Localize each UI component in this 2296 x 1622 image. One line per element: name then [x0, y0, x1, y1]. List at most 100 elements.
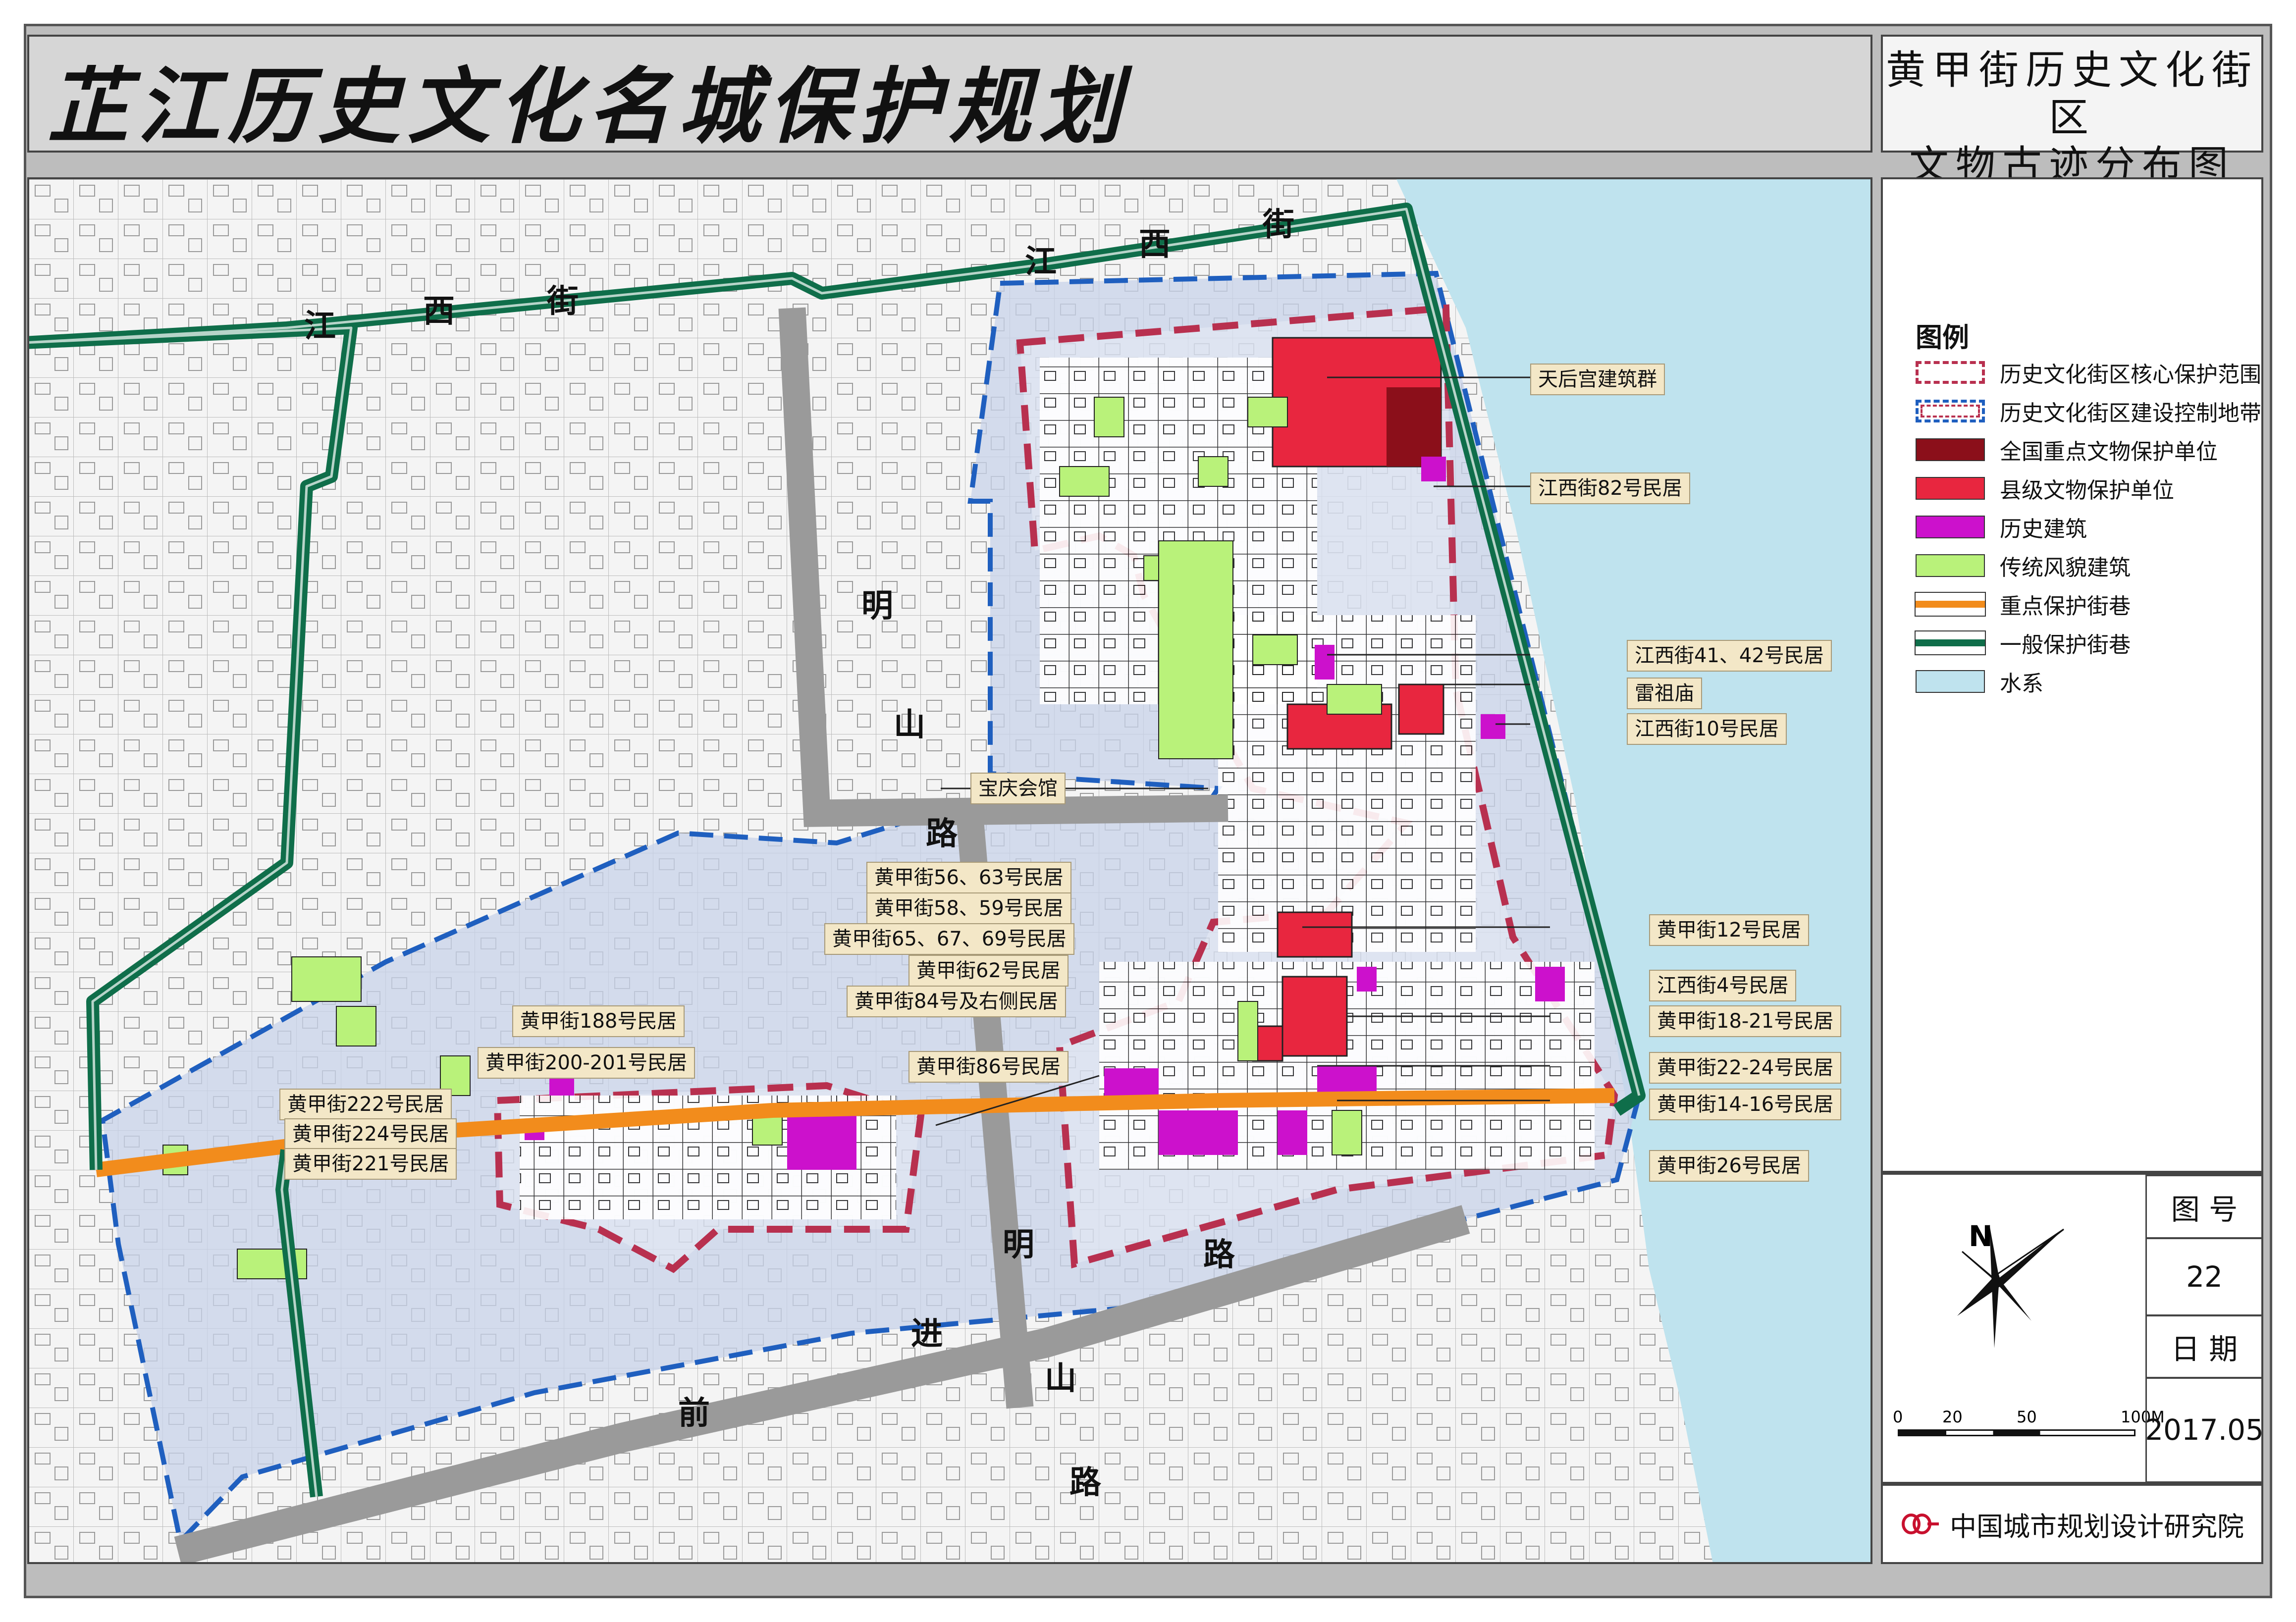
street-label-jiangxi-3: 街: [547, 283, 579, 320]
fill-swatch-icon: [1916, 438, 1985, 461]
dashed-red-swatch-icon: [1916, 361, 1985, 384]
legend-item-core-zone: 历史文化街区核心保护范围: [1916, 358, 2261, 387]
site-label[interactable]: 黄甲街12号民居: [1649, 914, 1809, 946]
street-label-jiangxi-1: 江: [304, 308, 336, 345]
scale-bar: 0 20 50 100M: [1893, 1408, 2165, 1437]
legend-label: 传统风貌建筑: [2000, 555, 2131, 580]
legend-label: 全国重点文物保护单位: [2000, 439, 2218, 465]
site-label[interactable]: 黄甲街18-21号民居: [1649, 1005, 1842, 1037]
site-label[interactable]: 江西街41、42号民居: [1627, 640, 1832, 672]
scale-tick-label: 0: [1893, 1408, 1903, 1426]
road-label-mingshan-2: 山: [894, 707, 925, 743]
road-label-mingshan-south-2: 路: [1203, 1237, 1235, 1273]
road-label-mingshan-3: 路: [926, 816, 958, 852]
legend-item-traditional-building: 传统风貌建筑: [1916, 551, 2131, 580]
traditional-building-12: [336, 1006, 376, 1046]
legend-item-water: 水系: [1916, 667, 2043, 696]
historic-building-12: [549, 1076, 574, 1096]
subtitle-box: 黄甲街历史文化街区 文物古迹分布图: [1881, 35, 2263, 188]
traditional-building-10: [1332, 1110, 1362, 1155]
traditional-building-11: [291, 956, 362, 1002]
line-swatch-icon: [1915, 630, 1986, 655]
legend-title: 图例: [1916, 322, 1969, 353]
dashed-blue-swatch-icon: [1916, 400, 1985, 422]
county-unit-3: [1281, 976, 1348, 1057]
historic-building-4: [1535, 967, 1565, 1001]
traditional-building-3: [1158, 540, 1233, 759]
site-label[interactable]: 黄甲街58、59号民居: [866, 892, 1071, 924]
fill-swatch-icon: [1916, 554, 1985, 577]
street-label-jiangxi-east-2: 西: [1139, 226, 1171, 263]
site-label[interactable]: 黄甲街26号民居: [1649, 1150, 1809, 1182]
traditional-building-5: [1247, 397, 1288, 427]
info-panel: N 0 20 50 100M 图 号 22 日 期 2017.05: [1881, 1173, 2264, 1484]
site-label[interactable]: 黄甲街62号民居: [908, 955, 1068, 987]
site-label[interactable]: 天后宫建筑群: [1530, 364, 1665, 395]
site-label[interactable]: 黄甲街188号民居: [512, 1005, 685, 1037]
building-cluster-2: [1218, 615, 1476, 952]
site-label[interactable]: 黄甲街200-201号民居: [478, 1047, 695, 1079]
figure-number-label: 图 号: [2145, 1175, 2263, 1239]
legend-item-key-street: 重点保护街巷: [1915, 589, 2131, 619]
site-label[interactable]: 雷祖庙: [1627, 678, 1702, 709]
scale-tick-label: 50: [2017, 1408, 2037, 1426]
leizu-temple: [1398, 683, 1444, 735]
historic-building-1: [1421, 457, 1446, 481]
north-label: N: [1969, 1219, 1993, 1253]
legend-label: 重点保护街巷: [2000, 594, 2131, 619]
legend-item-historic-building: 历史建筑: [1916, 512, 2087, 542]
site-label[interactable]: 江西街4号民居: [1649, 970, 1797, 1001]
legend-item-national-unit: 全国重点文物保护单位: [1916, 435, 2218, 465]
scale-bar-graphic: [1898, 1429, 2136, 1436]
north-arrow-icon: [1957, 1224, 2064, 1348]
legend-label: 历史文化街区建设控制地带: [2000, 401, 2261, 426]
legend-item-control-zone: 历史文化街区建设控制地带: [1916, 396, 2261, 426]
fill-swatch-icon: [1916, 670, 1985, 693]
line-swatch-icon: [1915, 592, 1986, 617]
road-label-mingshan-1: 明: [861, 588, 893, 625]
legend-panel: 图例 历史文化街区核心保护范围 历史文化街区建设控制地带 全国重点文物保护单位 …: [1881, 177, 2263, 1173]
traditional-building-7: [1252, 634, 1298, 665]
historic-building-2: [1315, 645, 1335, 680]
legend-label: 历史建筑: [2000, 517, 2087, 542]
site-label[interactable]: 江西街82号民居: [1530, 472, 1690, 504]
traditional-building-4: [1094, 397, 1124, 437]
map-canvas[interactable]: 江 西 街 江 西 街 明 山 路 明 路 前 进 山 路 天后宫建筑群 江西街…: [27, 177, 1872, 1564]
site-label[interactable]: 黄甲街224号民居: [284, 1118, 457, 1150]
site-label[interactable]: 黄甲街22-24号民居: [1649, 1052, 1842, 1084]
traditional-building-1: [1059, 466, 1110, 497]
historic-building-3: [1481, 714, 1505, 739]
site-label[interactable]: 黄甲街65、67、69号民居: [824, 923, 1074, 955]
scale-tick-label: 20: [1942, 1408, 1963, 1426]
site-label[interactable]: 黄甲街221号民居: [284, 1148, 457, 1180]
street-label-jiangxi-east-3: 街: [1263, 207, 1294, 243]
national-protection-unit: [1387, 387, 1441, 467]
site-label[interactable]: 江西街10号民居: [1627, 713, 1787, 745]
street-label-jiangxi-2: 西: [423, 293, 455, 330]
organization-name: 中国城市规划设计研究院: [1950, 1511, 2244, 1542]
site-label[interactable]: 黄甲街222号民居: [279, 1089, 452, 1120]
site-label[interactable]: 黄甲街86号民居: [908, 1051, 1068, 1083]
site-label[interactable]: 黄甲街84号及右侧民居: [847, 986, 1066, 1017]
figure-number: 22: [2145, 1237, 2263, 1316]
legend-item-county-unit: 县级文物保护单位: [1916, 473, 2174, 503]
street-label-jiangxi-east-1: 江: [1025, 244, 1057, 280]
road-label-qianjin-2: 进: [911, 1316, 943, 1353]
historic-building-8: [1278, 1110, 1307, 1155]
legend-item-general-street: 一般保护街巷: [1915, 628, 2131, 658]
fill-swatch-icon: [1916, 516, 1985, 538]
cau-logo-icon: [1902, 1514, 1939, 1534]
main-title: 芷江历史文化名城保护规划: [47, 58, 1129, 155]
traditional-building-6: [1198, 456, 1228, 487]
site-label[interactable]: 宝庆会馆: [970, 773, 1066, 804]
county-unit-2: [1277, 911, 1353, 958]
site-label[interactable]: 黄甲街56、63号民居: [866, 862, 1071, 893]
fill-swatch-icon: [1916, 477, 1985, 500]
road-label-qianjin-3: 山: [1045, 1360, 1076, 1397]
traditional-building-9: [1237, 1001, 1258, 1061]
site-label[interactable]: 黄甲街14-16号民居: [1649, 1089, 1842, 1120]
legend-label: 一般保护街巷: [2000, 632, 2131, 658]
organization-panel: 中国城市规划设计研究院: [1881, 1484, 2263, 1564]
legend-label: 历史文化街区核心保护范围: [2000, 362, 2261, 387]
traditional-building-8: [1327, 684, 1382, 715]
